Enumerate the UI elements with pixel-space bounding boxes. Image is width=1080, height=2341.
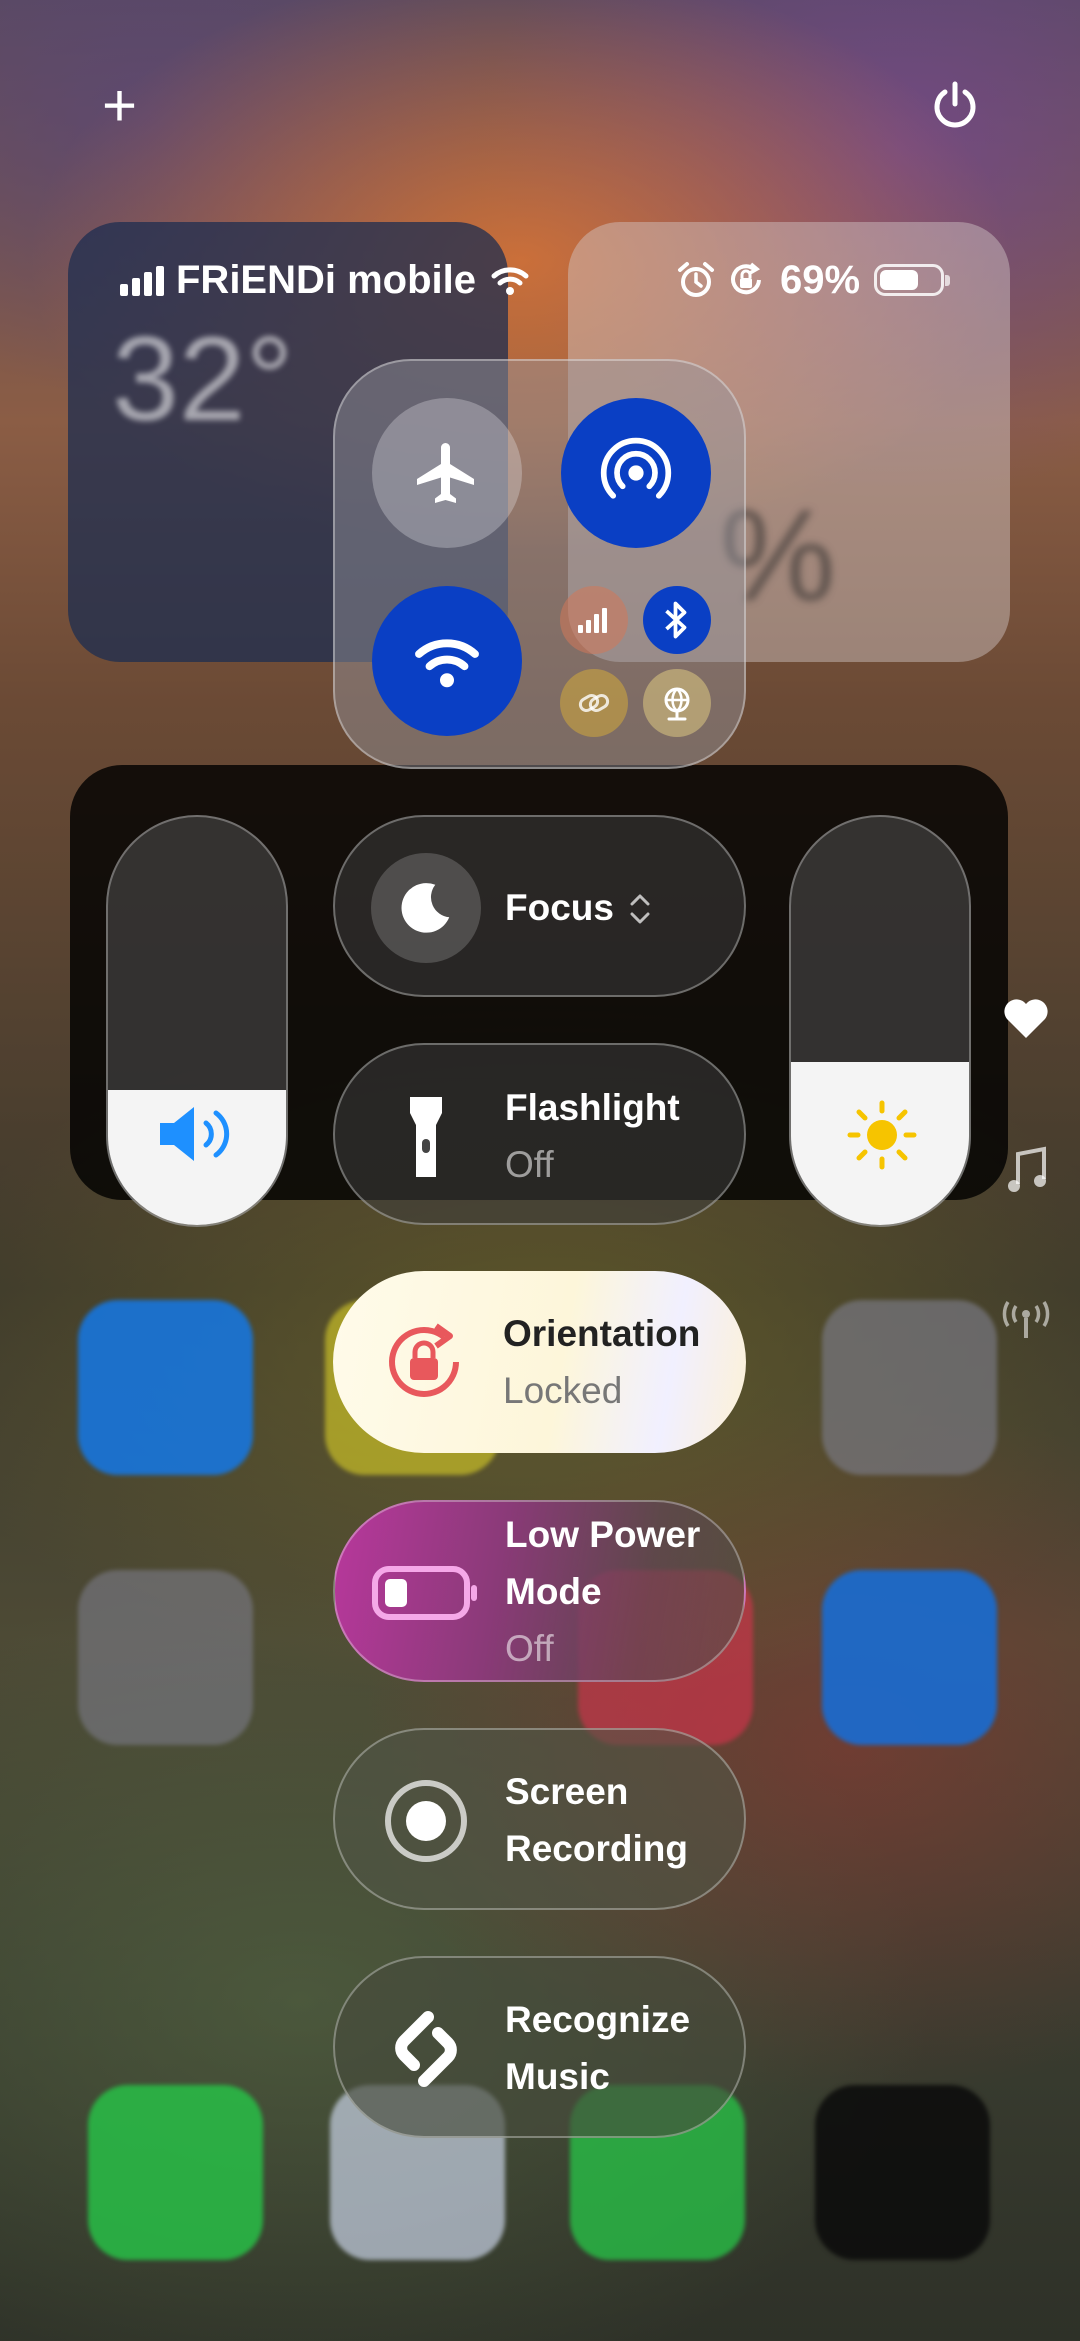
bluetooth-toggle[interactable] [643,586,711,654]
connectivity-module[interactable] [333,359,746,769]
screen-recording-control[interactable]: Screen Recording [333,1728,746,1910]
flashlight-control[interactable]: Flashlight Off [333,1043,746,1225]
record-icon [385,1780,467,1862]
cellular-icon [578,608,607,633]
battery-percent: 69% [780,257,861,302]
orientation-lock-control[interactable]: Orientation Locked [333,1271,746,1453]
power-button[interactable] [930,80,980,135]
flashlight-icon-circle [371,1081,481,1191]
weather-temperature: 32° [112,312,294,446]
cellular-data-toggle[interactable] [560,586,628,654]
orientation-icon-circle [369,1307,479,1417]
focus-label: Focus [505,887,614,928]
music-note-icon[interactable] [1004,1146,1048,1196]
status-bar-left: FRiENDi mobile [120,252,530,308]
flashlight-label: Flashlight Off [505,1079,680,1193]
brightness-slider[interactable] [789,815,971,1227]
flashlight-state: Off [505,1144,554,1185]
flashlight-icon [410,1097,442,1177]
battery-icon [874,264,951,296]
volume-slider[interactable] [106,815,288,1227]
add-control-button[interactable]: + [102,76,137,136]
orientation-lock-status-icon [731,262,761,295]
recognize-music-control[interactable]: Recognize Music [333,1956,746,2138]
orientation-label: Orientation Locked [503,1305,700,1419]
screen-recording-icon-circle [371,1766,481,1876]
sun-icon [847,1100,917,1170]
camera-app-icon [822,1300,997,1475]
airdrop-icon [600,437,672,499]
status-bar-right: 69% [676,252,951,308]
screen-recording-title-line1: Screen [505,1771,629,1812]
low-power-icon-circle [371,1538,481,1648]
vpn-toggle[interactable] [560,669,628,737]
cellular-signal-icon [120,264,168,296]
moon-icon [401,883,450,933]
focus-icon-circle [371,853,481,963]
globe-satellite-icon [664,687,690,721]
airplane-mode-toggle[interactable] [372,398,522,548]
carrier-name: FRiENDi mobile [176,257,477,302]
antenna-icon[interactable] [1002,1300,1050,1340]
bluetooth-icon [665,601,687,639]
shazam-icon-circle [371,1994,481,2104]
battery-low-icon [372,1566,477,1620]
prime-video-app-icon [822,1570,997,1745]
orientation-lock-icon [389,1323,459,1397]
low-power-title-line1: Low Power [505,1514,701,1555]
heart-icon[interactable] [1002,996,1050,1040]
recognize-music-title-line1: Recognize [505,1999,691,2040]
orientation-title: Orientation [503,1313,701,1354]
speaker-icon [160,1107,230,1161]
airdrop-toggle[interactable] [561,398,711,548]
flashlight-title: Flashlight [505,1087,680,1128]
low-power-label: Low Power Mode Off [505,1506,700,1677]
wifi-status-icon [491,267,529,295]
wifi-icon [415,639,479,688]
shazam-icon [395,2011,457,2087]
low-power-mode-control[interactable]: Low Power Mode Off [333,1500,746,1682]
phone-app-icon [88,2085,263,2260]
recognize-music-title-line2: Music [505,2056,610,2097]
recognize-music-label: Recognize Music [505,1991,690,2105]
vpn-link-icon [578,694,610,712]
power-icon [934,81,976,128]
screen-recording-title-line2: Recording [505,1828,688,1869]
airplane-icon [417,443,474,503]
settings-app-icon [78,1570,253,1745]
orientation-state: Locked [503,1370,623,1411]
wifi-toggle[interactable] [372,586,522,736]
focus-control[interactable]: Focus [333,815,746,997]
app-store-icon [78,1300,253,1475]
low-power-title-line2: Mode [505,1571,602,1612]
netflix-app-icon [815,2085,990,2260]
alarm-icon [678,262,714,297]
chevron-up-down-icon[interactable] [627,891,653,927]
low-power-state: Off [505,1628,554,1669]
screen-recording-label: Screen Recording [505,1763,688,1877]
satellite-toggle[interactable] [643,669,711,737]
